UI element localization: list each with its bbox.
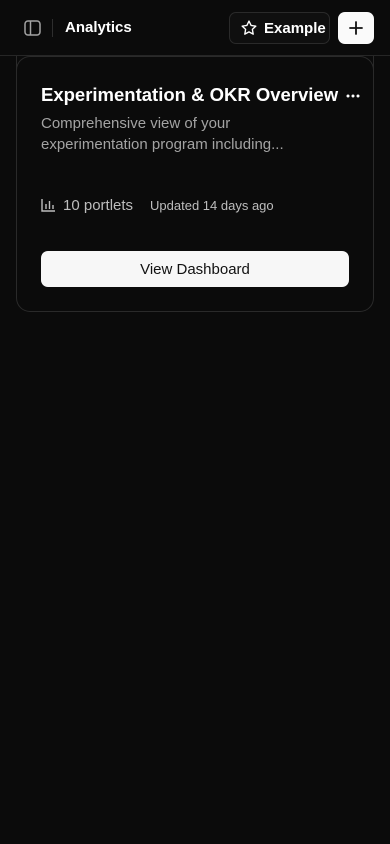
plus-icon bbox=[349, 21, 363, 35]
example-button[interactable]: Example bbox=[229, 12, 330, 44]
portlet-count: 10 portlets bbox=[63, 196, 134, 214]
sidebar-panel-icon bbox=[23, 20, 41, 36]
dashboard-title: Experimentation & OKR Overview bbox=[41, 84, 339, 105]
top-bar: Analytics Example bbox=[0, 0, 390, 56]
header-divider bbox=[52, 19, 53, 37]
view-dashboard-button[interactable]: View Dashboard bbox=[41, 251, 349, 287]
dashboard-description: Comprehensive view of your experimentati… bbox=[41, 115, 284, 153]
updated-timestamp: Updated 14 days ago bbox=[150, 197, 274, 213]
sidebar-toggle-button[interactable] bbox=[20, 17, 44, 39]
page-title: Analytics bbox=[65, 19, 132, 36]
bar-chart-icon bbox=[41, 199, 55, 212]
star-icon bbox=[241, 20, 257, 35]
more-options-button[interactable] bbox=[344, 88, 362, 104]
dashboard-meta: 10 portlets Updated 14 days ago bbox=[41, 196, 274, 214]
ellipsis-icon bbox=[346, 94, 360, 98]
example-button-label: Example bbox=[264, 19, 326, 37]
add-button[interactable] bbox=[338, 12, 374, 44]
